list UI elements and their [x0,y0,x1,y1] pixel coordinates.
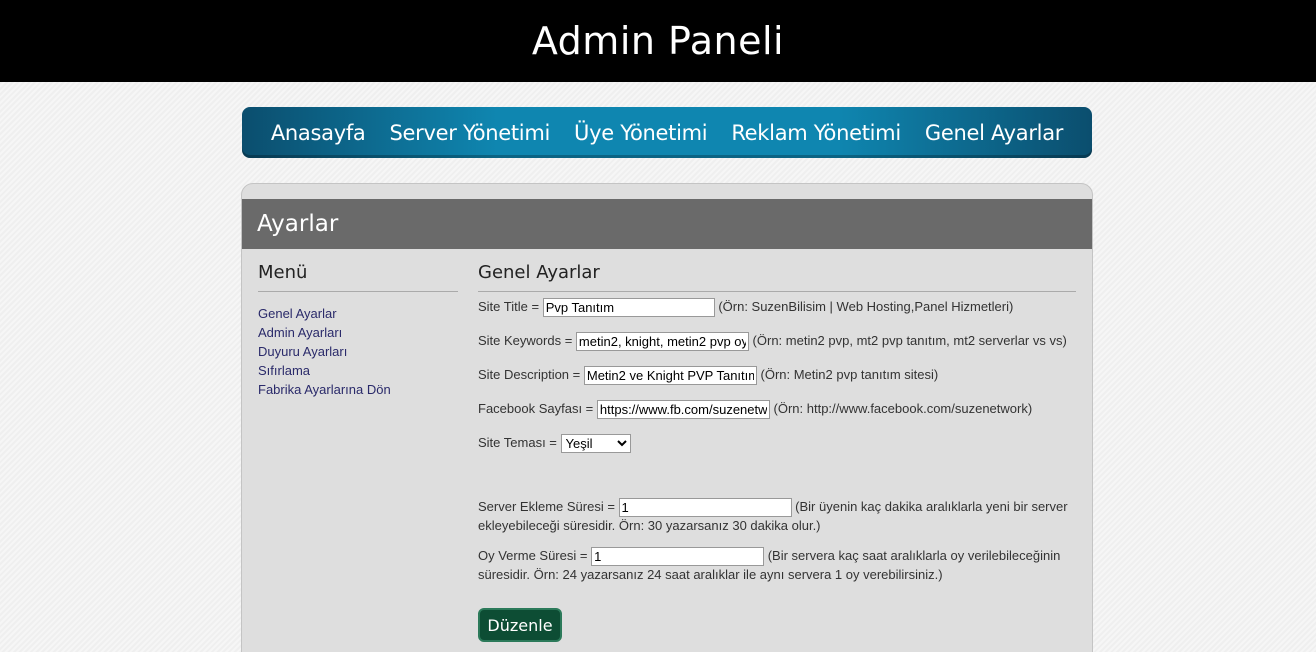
site-title-label: Site Title = [478,298,540,314]
sidebar-item-factory-reset[interactable]: Fabrika Ayarlarına Dön [258,380,458,399]
nav-ad-management[interactable]: Reklam Yönetimi [731,121,901,145]
vote-input[interactable] [591,547,765,567]
sidebar-item-admin-settings[interactable]: Admin Ayarları [258,323,458,342]
site-keywords-row: Site Keywords = (Örn: metin2 pvp, mt2 pv… [478,332,1067,351]
nav-server-management[interactable]: Server Yönetimi [390,121,551,145]
sidebar-item-announcement-settings[interactable]: Duyuru Ayarları [258,342,458,361]
theme-row: Site Teması = Yeşil [478,434,631,453]
facebook-hint: (Örn: http://www.facebook.com/suzenetwor… [773,400,1033,416]
site-title-input[interactable] [542,298,715,317]
site-title-row: Site Title = (Örn: SuzenBilisim | Web Ho… [478,298,1013,317]
site-description-label: Site Description = [478,366,581,382]
site-description-input[interactable] [583,366,757,385]
site-description-row: Site Description = (Örn: Metin2 pvp tanı… [478,366,938,385]
main-content: Genel Ayarlar Site Title = (Örn: SuzenBi… [478,262,1076,642]
panel-title: Ayarlar [242,199,1092,249]
sidebar-item-reset[interactable]: Sıfırlama [258,361,458,380]
facebook-label: Facebook Sayfası = [478,400,594,416]
sidebar-item-general-settings[interactable]: Genel Ayarlar [258,304,458,323]
sidebar: Menü Genel Ayarlar Admin Ayarları Duyuru… [258,262,458,399]
theme-select[interactable]: Yeşil [560,434,631,453]
vote-label: Oy Verme Süresi = [478,548,588,563]
settings-panel: Ayarlar Menü Genel Ayarlar Admin Ayarlar… [241,183,1093,652]
site-description-hint: (Örn: Metin2 pvp tanıtım sitesi) [760,366,939,382]
nav-member-management[interactable]: Üye Yönetimi [574,121,708,145]
submit-button[interactable]: Düzenle [478,608,562,642]
site-title-hint: (Örn: SuzenBilisim | Web Hosting,Panel H… [718,298,1014,314]
server-add-row: Server Ekleme Süresi = (Bir üyenin kaç d… [478,498,1076,534]
site-keywords-hint: (Örn: metin2 pvp, mt2 pvp tanıtım, mt2 s… [752,332,1067,348]
main-nav: Anasayfa Server Yönetimi Üye Yönetimi Re… [242,107,1092,158]
site-keywords-input[interactable] [575,332,749,351]
nav-home[interactable]: Anasayfa [271,121,366,145]
site-keywords-label: Site Keywords = [478,332,573,348]
facebook-row: Facebook Sayfası = (Örn: http://www.face… [478,400,1032,419]
vote-row: Oy Verme Süresi = (Bir servera kaç saat … [478,547,1076,583]
section-title: Genel Ayarlar [478,262,1076,292]
server-add-label: Server Ekleme Süresi = [478,499,615,514]
nav-general-settings[interactable]: Genel Ayarlar [925,121,1064,145]
top-header: Admin Paneli [0,0,1316,82]
theme-label: Site Teması = [478,434,557,450]
facebook-input[interactable] [596,400,770,419]
site-title: Admin Paneli [531,19,785,63]
server-add-input[interactable] [618,498,792,518]
sidebar-title: Menü [258,262,458,292]
